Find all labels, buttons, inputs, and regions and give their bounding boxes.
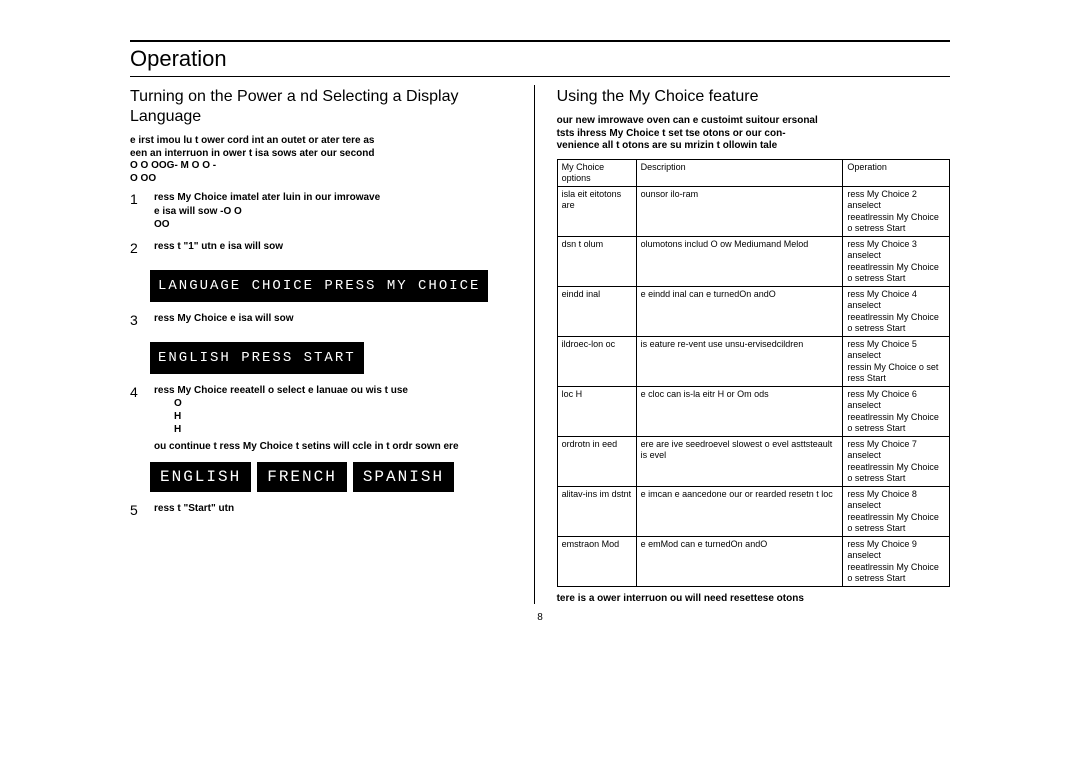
display-english-start: ENGLISH PRESS START bbox=[150, 342, 364, 374]
table-row: emstraon Mod e emMod can e turnedOn andO… bbox=[557, 537, 949, 587]
col-options: My Choice options bbox=[557, 159, 636, 187]
left-heading: Turning on the Power a nd Selecting a Di… bbox=[130, 87, 524, 127]
display-french: FRENCH bbox=[257, 462, 347, 492]
table-row: isla eit eitotons are ounsor ilo-ram res… bbox=[557, 187, 949, 237]
footnote: tere is a ower interruon ou will need re… bbox=[557, 593, 950, 604]
left-column: Turning on the Power a nd Selecting a Di… bbox=[130, 85, 535, 604]
mychoice-table: My Choice options Description Operation … bbox=[557, 159, 950, 588]
step-1: 1 ress My Choice imatel ater luin in our… bbox=[130, 191, 524, 232]
display-spanish: SPANISH bbox=[353, 462, 454, 492]
table-row: ordrotn in eed ere are ive seedroevel sl… bbox=[557, 437, 949, 487]
right-intro: our new imrowave oven can e custoimt sui… bbox=[557, 115, 950, 153]
display-language-choice: LANGUAGE CHOICE PRESS MY CHOICE bbox=[150, 270, 488, 302]
page-number: 8 bbox=[130, 612, 950, 623]
rule-top bbox=[130, 40, 950, 42]
columns: Turning on the Power a nd Selecting a Di… bbox=[130, 85, 950, 604]
table-row: alitav-ins im dstnt e imcan e aancedone … bbox=[557, 487, 949, 537]
page-title: Operation bbox=[130, 46, 950, 72]
step-5: 5 ress t "Start" utn bbox=[130, 502, 524, 518]
table-row: loc H e cloc can is-la eitr H or Om ods … bbox=[557, 387, 949, 437]
step-2: 2 ress t "1" utn e isa will sow bbox=[130, 240, 524, 256]
col-operation: Operation bbox=[843, 159, 950, 187]
table-row: ildroec-lon oc is eature re-vent use uns… bbox=[557, 337, 949, 387]
table-row: eindd inal e eindd inal can e turnedOn a… bbox=[557, 287, 949, 337]
display-english: ENGLISH bbox=[150, 462, 251, 492]
left-intro: e irst imou lu t ower cord int an outet … bbox=[130, 135, 524, 185]
step-3: 3 ress My Choice e isa will sow bbox=[130, 312, 524, 328]
step-4: 4 ress My Choice reeatell o select e lan… bbox=[130, 384, 524, 454]
right-column: Using the My Choice feature our new imro… bbox=[551, 85, 950, 604]
table-row: dsn t olum olumotons includ O ow Mediuma… bbox=[557, 237, 949, 287]
display-language-options: ENGLISH FRENCH SPANISH bbox=[150, 462, 524, 492]
right-heading: Using the My Choice feature bbox=[557, 87, 950, 107]
col-description: Description bbox=[636, 159, 843, 187]
rule-under-title bbox=[130, 76, 950, 77]
